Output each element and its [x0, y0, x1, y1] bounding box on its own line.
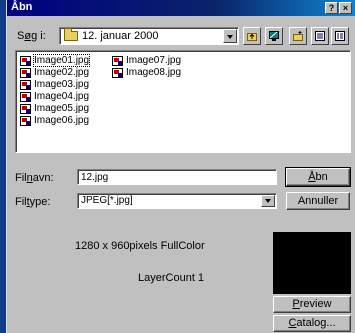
- jpg-file-icon: [112, 68, 123, 78]
- up-folder-button[interactable]: [243, 27, 261, 45]
- jpg-file-icon: [112, 56, 123, 66]
- close-button[interactable]: ×: [339, 2, 352, 14]
- details-view-button[interactable]: [331, 27, 349, 45]
- help-button[interactable]: ?: [325, 2, 338, 14]
- look-in-value: 12. januar 2000: [82, 30, 159, 42]
- chevron-down-icon: [227, 35, 233, 39]
- jpg-file-icon: [20, 56, 31, 66]
- filename-input[interactable]: 12.jpg: [77, 169, 277, 185]
- jpg-file-icon: [20, 116, 31, 126]
- image-info-resolution: 1280 x 960pixels FullColor: [75, 240, 205, 252]
- open-dialog: Åbn ? × Søg i: 12. januar 2000 Image01.j…: [6, 0, 355, 333]
- list-view-button[interactable]: [311, 27, 329, 45]
- jpg-file-icon: [20, 80, 31, 90]
- filetype-dropdown-button[interactable]: [261, 195, 275, 207]
- list-view-icon: [315, 31, 325, 41]
- catalog-button[interactable]: Catalog...: [273, 315, 351, 332]
- filetype-value: JPEG[*.jpg]: [81, 195, 133, 206]
- file-item[interactable]: Image03.jpg: [19, 79, 89, 91]
- image-info-layers: LayerCount 1: [138, 272, 205, 284]
- file-item[interactable]: Image04.jpg: [19, 91, 89, 103]
- file-item[interactable]: Image01.jpg: [19, 54, 91, 67]
- jpg-file-icon: [20, 92, 31, 102]
- look-in-label: Søg i:: [17, 30, 46, 42]
- file-list[interactable]: Image01.jpg Image02.jpg Image03.jpg Imag…: [15, 50, 351, 153]
- open-button[interactable]: Åbn: [285, 167, 351, 187]
- look-in-dropdown[interactable]: 12. januar 2000: [59, 27, 239, 45]
- file-item[interactable]: Image02.jpg: [19, 67, 89, 79]
- jpg-file-icon: [20, 68, 31, 78]
- filename-label: Filnavn:: [15, 172, 54, 184]
- image-preview: [273, 232, 351, 294]
- new-folder-icon: [293, 31, 303, 41]
- preview-button[interactable]: Preview: [273, 296, 351, 313]
- up-folder-icon: [247, 33, 257, 41]
- desktop-button[interactable]: [265, 27, 283, 45]
- chevron-down-icon: [265, 199, 271, 203]
- look-in-dropdown-button[interactable]: [223, 29, 237, 43]
- cancel-button[interactable]: Annuller: [286, 192, 350, 210]
- new-folder-button[interactable]: [289, 27, 307, 45]
- filetype-dropdown[interactable]: JPEG[*.jpg]: [77, 193, 277, 209]
- filetype-label: Filtype:: [15, 196, 51, 208]
- folder-icon: [64, 28, 78, 41]
- title-bar[interactable]: Åbn ? ×: [7, 0, 355, 16]
- file-item[interactable]: Image07.jpg: [111, 55, 181, 67]
- window-title: Åbn: [11, 1, 33, 13]
- details-view-icon: [335, 31, 345, 41]
- file-item[interactable]: Image05.jpg: [19, 103, 89, 115]
- jpg-file-icon: [20, 104, 31, 114]
- desktop-icon: [269, 31, 279, 41]
- file-item[interactable]: Image08.jpg: [111, 67, 181, 79]
- file-item[interactable]: Image06.jpg: [19, 115, 89, 127]
